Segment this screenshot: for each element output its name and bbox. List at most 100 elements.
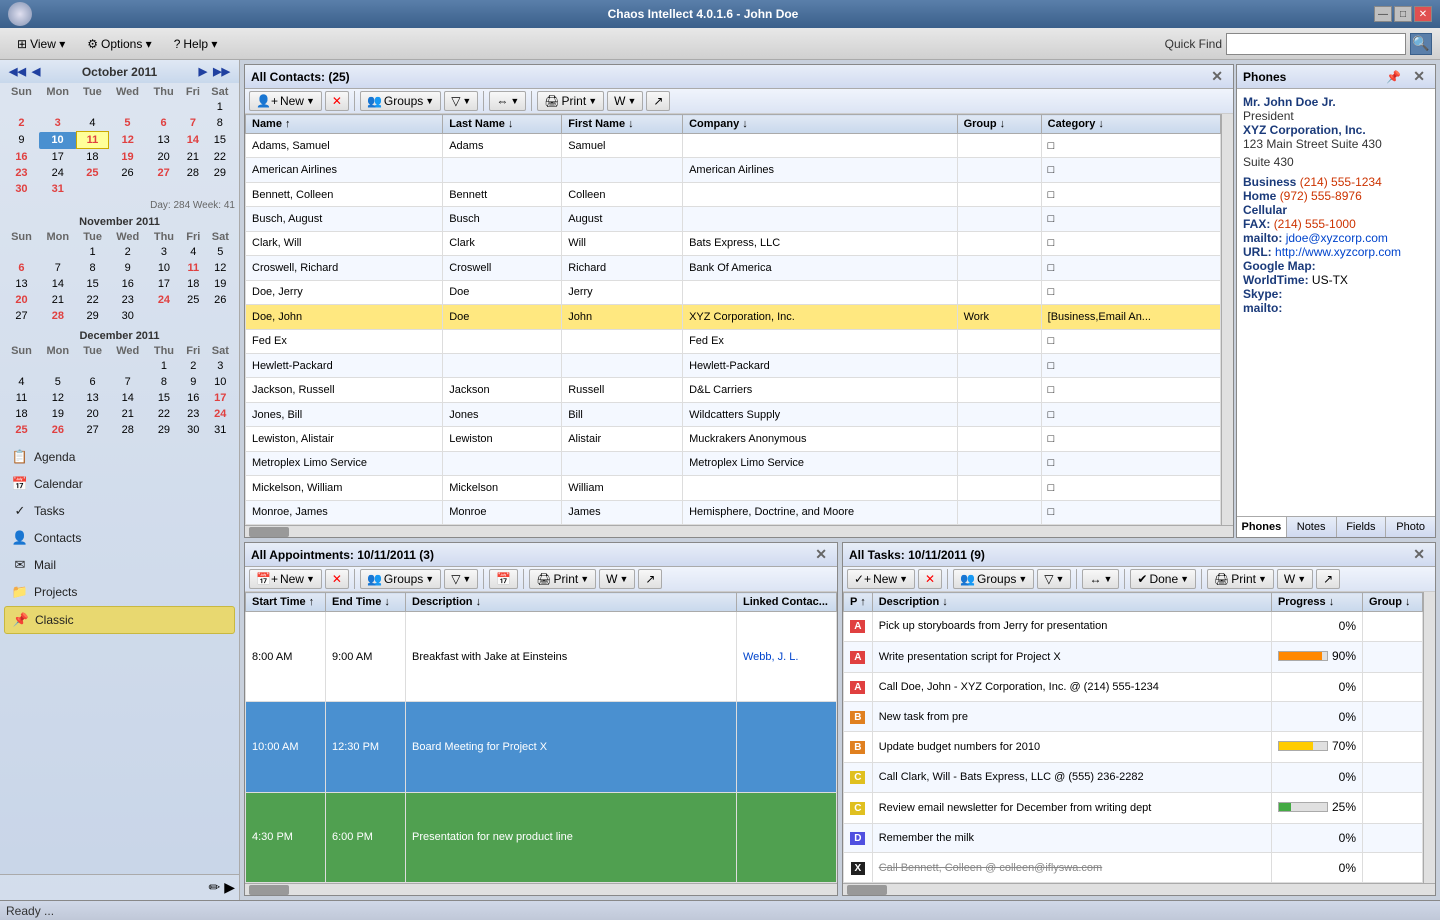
sidebar-expand-icon[interactable]: ▶ — [224, 879, 235, 896]
appointments-close-button[interactable]: ✕ — [811, 546, 831, 563]
tab-phones[interactable]: Phones — [1237, 517, 1287, 537]
tasks-move-button[interactable]: ↔ ▼ — [1082, 569, 1119, 589]
appt-groups-button[interactable]: 👥 Groups ▼ — [360, 569, 441, 589]
col-group[interactable]: Group ↓ — [957, 115, 1041, 134]
url-link[interactable]: http://www.xyzcorp.com — [1275, 245, 1401, 259]
col-firstname[interactable]: First Name ↓ — [562, 115, 683, 134]
task-row[interactable]: A Call Doe, John - XYZ Corporation, Inc.… — [844, 672, 1423, 702]
minimize-button[interactable]: — — [1374, 6, 1392, 22]
appt-print-button[interactable]: 🖨 Print ▼ — [529, 569, 596, 589]
contacts-vscroll[interactable] — [1221, 114, 1233, 525]
contact-row[interactable]: Monroe, James Monroe James Hemisphere, D… — [246, 500, 1221, 524]
contact-row[interactable]: Adams, Samuel Adams Samuel □ — [246, 134, 1221, 158]
task-row[interactable]: A Pick up storyboards from Jerry for pre… — [844, 612, 1423, 642]
next-month-button[interactable]: ▶ — [196, 64, 210, 79]
prev-month-button[interactable]: ◀ — [29, 64, 43, 79]
appt-col-end[interactable]: End Time ↓ — [326, 593, 406, 612]
col-company[interactable]: Company ↓ — [683, 115, 957, 134]
appt-hscroll[interactable] — [245, 883, 837, 895]
contact-row[interactable]: Jackson, Russell Jackson Russell D&L Car… — [246, 378, 1221, 402]
contact-row[interactable]: Busch, August Busch August □ — [246, 207, 1221, 231]
sidebar-item-tasks[interactable]: ✓ Tasks — [4, 498, 235, 524]
options-menu[interactable]: ⚙ Options ▾ — [78, 33, 160, 55]
contact-row[interactable]: Metroplex Limo Service Metroplex Limo Se… — [246, 451, 1221, 475]
close-button[interactable]: ✕ — [1414, 6, 1432, 22]
tasks-vscroll[interactable] — [1423, 592, 1435, 883]
tab-notes[interactable]: Notes — [1287, 517, 1337, 537]
next-next-month-button[interactable]: ▶▶ — [210, 64, 233, 79]
contacts-print-button[interactable]: 🖨 Print ▼ — [537, 91, 604, 111]
help-menu[interactable]: ? Help ▾ — [165, 33, 227, 55]
appt-filter-button[interactable]: ▽ ▼ — [444, 569, 478, 589]
appt-word-button[interactable]: W ▼ — [599, 569, 635, 589]
sidebar-item-contacts[interactable]: 👤 Contacts — [4, 525, 235, 551]
task-row[interactable]: B Update budget numbers for 2010 70% — [844, 731, 1423, 762]
sidebar-item-mail[interactable]: ✉ Mail — [4, 552, 235, 578]
appointment-row[interactable]: 8:00 AM 9:00 AM Breakfast with Jake at E… — [246, 612, 837, 702]
tasks-print-button[interactable]: 🖨 Print ▼ — [1207, 569, 1274, 589]
quick-find-button[interactable]: 🔍 — [1410, 33, 1432, 55]
task-row[interactable]: D Remember the milk 0% — [844, 823, 1423, 853]
appt-col-start[interactable]: Start Time ↑ — [246, 593, 326, 612]
contacts-word-button[interactable]: W ▼ — [607, 91, 643, 111]
task-row[interactable]: X Call Bennett, Colleen @ colleen@iflysw… — [844, 853, 1423, 883]
contacts-export-button[interactable]: ↗ — [646, 91, 670, 111]
contact-row[interactable]: Jones, Bill Jones Bill Wildcatters Suppl… — [246, 402, 1221, 426]
contacts-merge-button[interactable]: ⇔ ▼ — [489, 91, 526, 111]
sidebar-item-projects[interactable]: 📁 Projects — [4, 579, 235, 605]
tasks-delete-button[interactable]: ✕ — [918, 569, 942, 589]
task-row[interactable]: B New task from pre 0% — [844, 702, 1423, 732]
prev-prev-month-button[interactable]: ◀◀ — [6, 64, 29, 79]
sidebar-item-classic[interactable]: 📌 Classic — [4, 606, 235, 634]
tasks-export-button[interactable]: ↗ — [1316, 569, 1340, 589]
col-category[interactable]: Category ↓ — [1041, 115, 1220, 134]
contact-row[interactable]: Croswell, Richard Croswell Richard Bank … — [246, 256, 1221, 280]
task-row[interactable]: C Call Clark, Will - Bats Express, LLC @… — [844, 763, 1423, 793]
tasks-close-button[interactable]: ✕ — [1409, 546, 1429, 563]
quick-find-input[interactable] — [1226, 33, 1406, 55]
contacts-hscroll[interactable] — [245, 525, 1233, 537]
contacts-delete-button[interactable]: ✕ — [325, 91, 349, 111]
contacts-new-button[interactable]: 👤+ New ▼ — [249, 91, 322, 111]
sidebar-item-agenda[interactable]: 📋 Agenda — [4, 444, 235, 470]
col-lastname[interactable]: Last Name ↓ — [443, 115, 562, 134]
appt-col-desc[interactable]: Description ↓ — [406, 593, 737, 612]
tasks-col-priority[interactable]: P ↑ — [844, 593, 873, 612]
contacts-filter-button[interactable]: ▽ ▼ — [444, 91, 478, 111]
maximize-button[interactable]: □ — [1394, 6, 1412, 22]
tasks-col-group[interactable]: Group ↓ — [1363, 593, 1423, 612]
tasks-new-button[interactable]: ✓+ New ▼ — [847, 569, 915, 589]
tasks-filter-button[interactable]: ▽ ▼ — [1037, 569, 1071, 589]
contacts-groups-button[interactable]: 👥 Groups ▼ — [360, 91, 441, 111]
tasks-col-desc[interactable]: Description ↓ — [872, 593, 1271, 612]
contact-row[interactable]: Hewlett-Packard Hewlett-Packard □ — [246, 353, 1221, 377]
sidebar-edit-icon[interactable]: ✏ — [208, 879, 220, 896]
appt-export-button[interactable]: ↗ — [638, 569, 662, 589]
tab-fields[interactable]: Fields — [1337, 517, 1387, 537]
appt-calendar-button[interactable]: 📅 — [489, 569, 518, 589]
tasks-done-button[interactable]: ✔ Done ▼ — [1130, 569, 1196, 589]
sidebar-item-calendar[interactable]: 📅 Calendar — [4, 471, 235, 497]
appointment-row[interactable]: 10:00 AM 12:30 PM Board Meeting for Proj… — [246, 702, 837, 792]
pin-button[interactable]: 📌 — [1382, 70, 1405, 84]
tasks-groups-button[interactable]: 👥 Groups ▼ — [953, 569, 1034, 589]
contact-row[interactable]: Bennett, Colleen Bennett Colleen □ — [246, 182, 1221, 206]
contact-row[interactable]: Doe, Jerry Doe Jerry □ — [246, 280, 1221, 304]
col-name[interactable]: Name ↑ — [246, 115, 443, 134]
contact-row[interactable]: Doe, John Doe John XYZ Corporation, Inc.… — [246, 305, 1221, 329]
task-row[interactable]: C Review email newsletter for December f… — [844, 792, 1423, 823]
contact-row[interactable]: Lewiston, Alistair Lewiston Alistair Muc… — [246, 427, 1221, 451]
appointment-row[interactable]: 4:30 PM 6:00 PM Presentation for new pro… — [246, 792, 837, 882]
tasks-word-button[interactable]: W ▼ — [1277, 569, 1313, 589]
task-row[interactable]: A Write presentation script for Project … — [844, 641, 1423, 672]
email-link[interactable]: jdoe@xyzcorp.com — [1286, 231, 1388, 245]
tasks-hscroll[interactable] — [843, 883, 1435, 895]
contact-row[interactable]: Clark, Will Clark Will Bats Express, LLC… — [246, 231, 1221, 255]
contacts-close-button[interactable]: ✕ — [1207, 68, 1227, 84]
appt-col-contact[interactable]: Linked Contac... — [737, 593, 837, 612]
view-menu[interactable]: ⊞ View ▾ — [8, 33, 74, 55]
contact-row[interactable]: American Airlines American Airlines □ — [246, 158, 1221, 182]
appt-new-button[interactable]: 📅+ New ▼ — [249, 569, 322, 589]
contact-row[interactable]: Fed Ex Fed Ex □ — [246, 329, 1221, 353]
tab-photo[interactable]: Photo — [1386, 517, 1435, 537]
